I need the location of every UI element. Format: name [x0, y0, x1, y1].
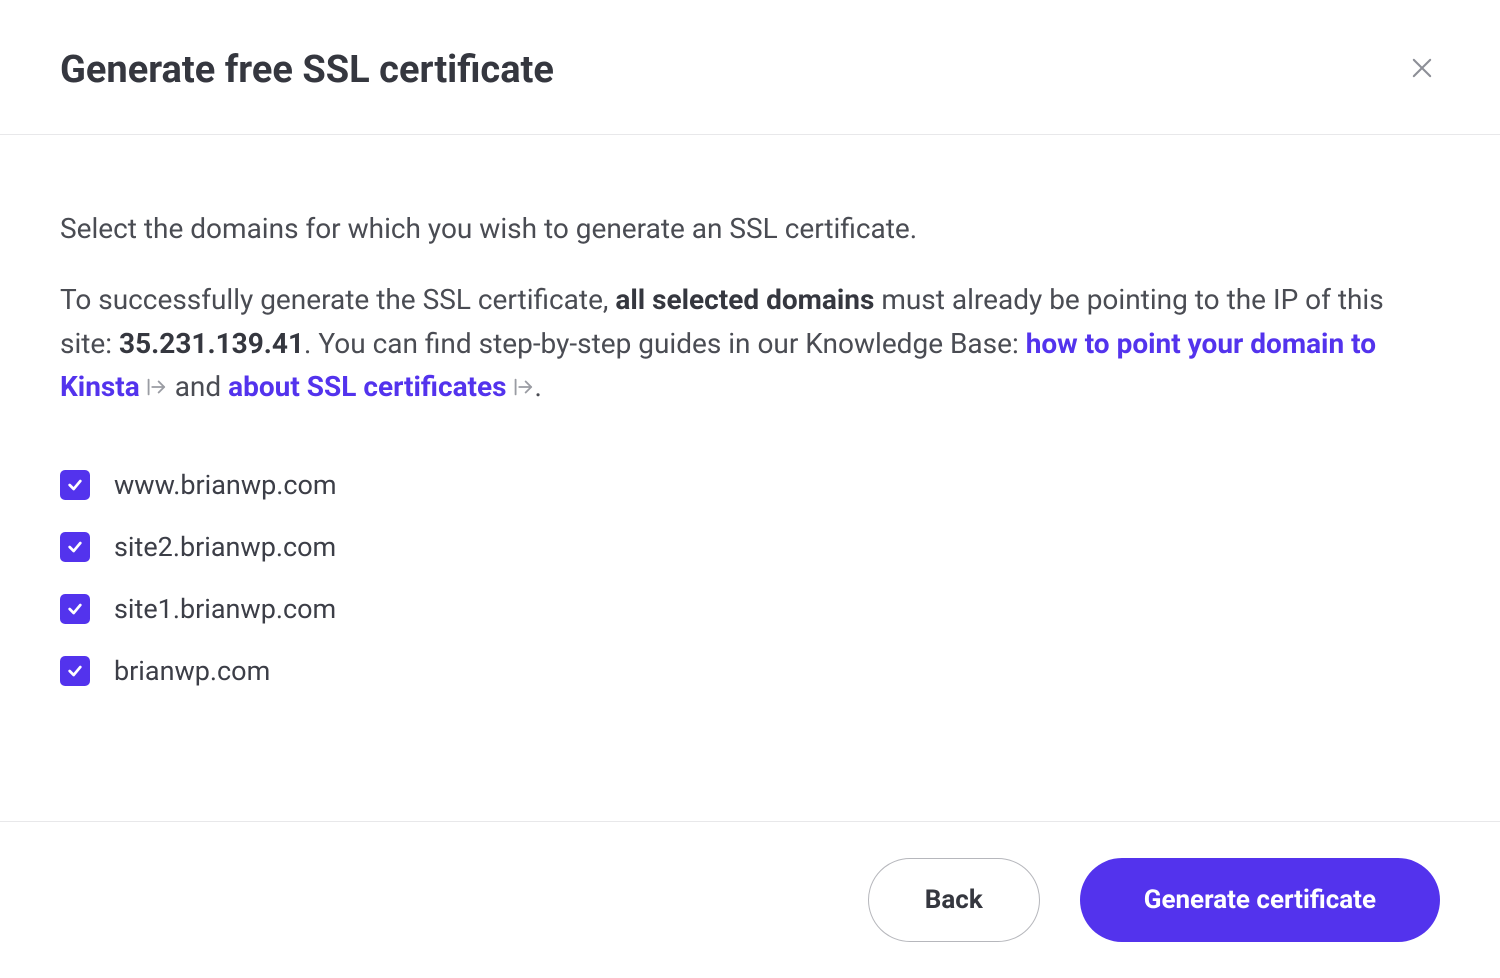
external-link-icon — [511, 367, 533, 410]
domain-label: site2.brianwp.com — [114, 531, 336, 563]
domain-label: www.brianwp.com — [114, 469, 337, 501]
check-icon — [67, 601, 83, 617]
back-button[interactable]: Back — [868, 858, 1040, 942]
close-button[interactable] — [1404, 50, 1440, 90]
close-icon — [1408, 54, 1436, 82]
ip-address: 35.231.139.41 — [119, 327, 304, 360]
intro-text: Select the domains for which you wish to… — [60, 207, 1440, 250]
domain-checkbox[interactable] — [60, 470, 90, 500]
modal-footer: Back Generate certificate — [0, 821, 1500, 978]
link-about-ssl[interactable]: about SSL certificates — [228, 370, 506, 403]
instructions-text: To successfully generate the SSL certifi… — [60, 278, 1440, 410]
domain-row: brianwp.com — [60, 655, 1440, 687]
instr-part1: To successfully generate the SSL certifi… — [60, 283, 615, 316]
modal-body: Select the domains for which you wish to… — [0, 135, 1500, 821]
domain-list: www.brianwp.com site2.brianwp.com site1.… — [60, 469, 1440, 687]
instr-period: . — [535, 370, 542, 403]
check-icon — [67, 663, 83, 679]
domain-checkbox[interactable] — [60, 594, 90, 624]
check-icon — [67, 477, 83, 493]
modal-header: Generate free SSL certificate — [0, 0, 1500, 135]
instr-bold: all selected domains — [615, 283, 874, 316]
check-icon — [67, 539, 83, 555]
domain-checkbox[interactable] — [60, 656, 90, 686]
modal-title: Generate free SSL certificate — [60, 48, 554, 92]
domain-row: site1.brianwp.com — [60, 593, 1440, 625]
instr-and: and — [168, 370, 228, 403]
domain-row: www.brianwp.com — [60, 469, 1440, 501]
external-link-icon — [144, 367, 166, 410]
domain-label: brianwp.com — [114, 655, 270, 687]
instr-part3: . You can find step-by-step guides in ou… — [304, 327, 1026, 360]
domain-row: site2.brianwp.com — [60, 531, 1440, 563]
domain-checkbox[interactable] — [60, 532, 90, 562]
domain-label: site1.brianwp.com — [114, 593, 336, 625]
generate-button[interactable]: Generate certificate — [1080, 858, 1440, 942]
ssl-modal: Generate free SSL certificate Select the… — [0, 0, 1500, 978]
